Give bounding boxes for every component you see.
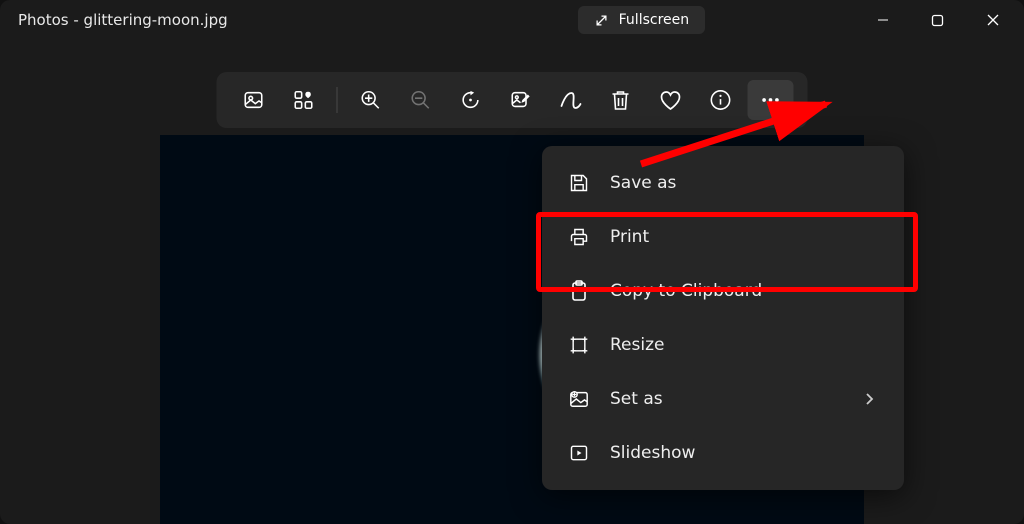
menu-print-label: Print [610, 227, 878, 247]
menu-resize-label: Resize [610, 335, 878, 355]
fullscreen-button[interactable]: Fullscreen [578, 6, 705, 34]
markup-button[interactable] [548, 80, 594, 120]
minimize-button[interactable] [855, 0, 910, 40]
clipboard-icon [568, 280, 590, 302]
menu-slideshow[interactable]: Slideshow [542, 426, 904, 480]
toolbar-separator [337, 87, 338, 113]
favorite-button[interactable] [648, 80, 694, 120]
menu-slideshow-label: Slideshow [610, 443, 878, 463]
menu-set-as-label: Set as [610, 389, 844, 409]
save-icon [568, 172, 590, 194]
window-controls [855, 0, 1020, 40]
view-all-button[interactable] [281, 80, 327, 120]
more-button[interactable] [748, 80, 794, 120]
edit-button[interactable] [498, 80, 544, 120]
close-button[interactable] [965, 0, 1020, 40]
titlebar: Photos - glittering-moon.jpg Fullscreen [0, 0, 1024, 40]
view-photo-button[interactable] [231, 80, 277, 120]
print-icon [568, 226, 590, 248]
resize-icon [568, 334, 590, 356]
chevron-right-icon [864, 392, 878, 406]
more-dropdown-menu: Save as Print Copy to Clipboard Resize S… [542, 146, 904, 490]
info-button[interactable] [698, 80, 744, 120]
menu-set-as[interactable]: Set as [542, 372, 904, 426]
zoom-out-button[interactable] [398, 80, 444, 120]
menu-save-as-label: Save as [610, 173, 878, 193]
maximize-button[interactable] [910, 0, 965, 40]
toolbar [217, 72, 808, 128]
delete-button[interactable] [598, 80, 644, 120]
slideshow-icon [568, 442, 590, 464]
menu-print[interactable]: Print [542, 210, 904, 264]
window-title: Photos - glittering-moon.jpg [18, 11, 228, 29]
menu-clipboard-label: Copy to Clipboard [610, 281, 878, 301]
rotate-button[interactable] [448, 80, 494, 120]
menu-save-as[interactable]: Save as [542, 156, 904, 210]
menu-resize[interactable]: Resize [542, 318, 904, 372]
set-as-icon [568, 388, 590, 410]
fullscreen-icon [594, 13, 609, 28]
fullscreen-label: Fullscreen [619, 12, 689, 28]
zoom-in-button[interactable] [348, 80, 394, 120]
photos-app-window: Photos - glittering-moon.jpg Fullscreen [0, 0, 1024, 524]
menu-copy-clipboard[interactable]: Copy to Clipboard [542, 264, 904, 318]
